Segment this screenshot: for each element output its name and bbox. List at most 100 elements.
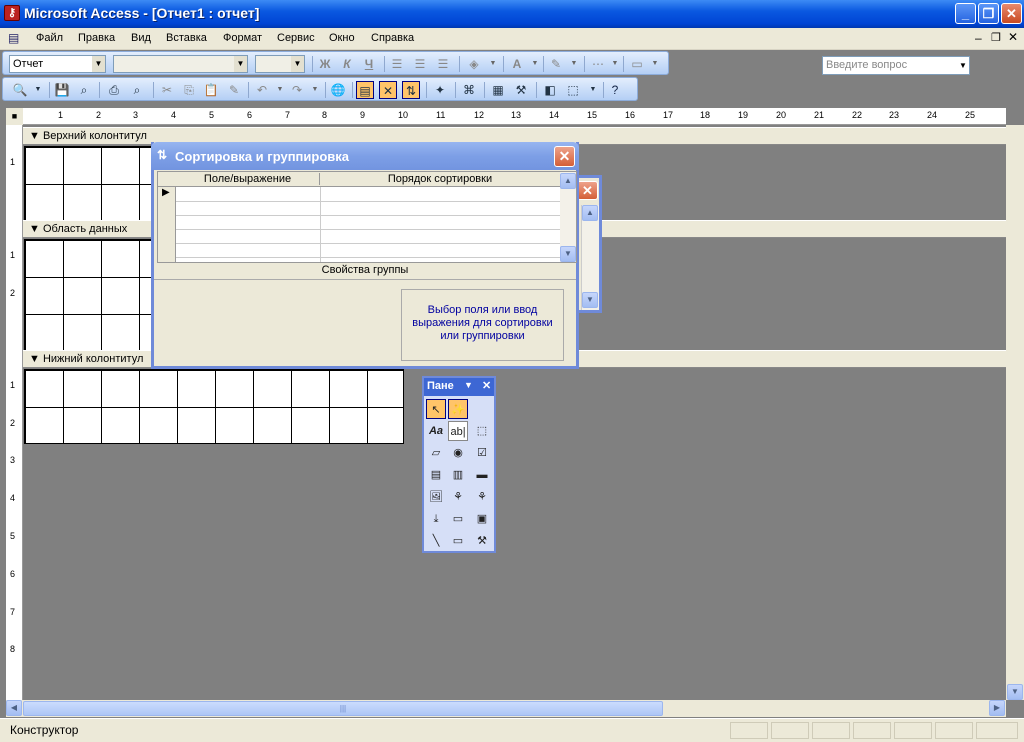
label-tool-icon[interactable]: Aa [426,421,446,441]
font-name-combo[interactable]: ▼ [113,55,248,73]
toolbox-icon[interactable]: ✕ [379,81,397,99]
field-list-icon[interactable]: ▤ [356,81,374,99]
menu-format[interactable]: Формат [223,32,262,44]
listbox-tool-icon[interactable]: ▥ [448,465,468,485]
doc-close-icon[interactable]: ✕ [1008,30,1018,44]
scroll-down-icon[interactable]: ▼ [582,292,598,308]
dialog-close-button[interactable]: ✕ [554,146,575,167]
chevron-down-icon[interactable]: ▼ [271,81,289,99]
new-object-icon[interactable]: ⬚ [564,81,582,99]
field-list-scrollbar[interactable]: ▲ ▼ [581,205,599,310]
doc-minimize-icon[interactable]: – [975,31,982,45]
chevron-down-icon[interactable]: ▼ [234,56,247,72]
view-icon[interactable]: 🔍 [11,81,29,99]
align-right-icon[interactable]: ☰ [434,55,452,73]
menu-view[interactable]: Вид [131,32,151,44]
font-size-combo[interactable]: ▼ [255,55,305,73]
hyperlink-icon[interactable]: 🌐 [329,81,347,99]
chevron-down-icon[interactable]: ▼ [306,81,324,99]
close-button[interactable]: ✕ [1001,3,1022,24]
vertical-scrollbar[interactable]: ▼ [1006,125,1024,700]
chevron-down-icon[interactable]: ▼ [464,380,473,390]
restore-button[interactable]: ❐ [978,3,999,24]
table-scrollbar[interactable]: ▲ ▼ [560,172,576,262]
font-color-button[interactable]: A [508,55,526,73]
toolbox-title-bar[interactable]: Пане ▼ ✕ [424,378,494,396]
sort-group-table[interactable]: Поле/выражение Порядок сортировки ▶ ▲ ▼ [157,171,577,263]
chevron-down-icon[interactable]: ▼ [646,55,664,73]
scroll-down-icon[interactable]: ▼ [560,246,576,262]
undo-icon[interactable]: ↶ [253,81,271,99]
build-icon[interactable]: ⚒ [512,81,530,99]
code-icon[interactable]: ⌘ [460,81,478,99]
help-icon[interactable]: ? [606,81,624,99]
object-combo[interactable]: Отчет ▼ [9,55,106,73]
page-footer-grid[interactable] [24,369,404,444]
menu-help[interactable]: Справка [371,32,414,44]
scroll-up-icon[interactable]: ▲ [582,205,598,221]
col-field-header[interactable]: Поле/выражение [176,173,320,185]
col-order-header[interactable]: Порядок сортировки [320,173,560,185]
control-wizards-icon[interactable]: ✨ [448,399,468,419]
print-icon[interactable]: ⎙ [105,81,123,99]
menu-file[interactable]: Файл [36,32,63,44]
close-icon[interactable]: ✕ [482,379,491,392]
align-center-icon[interactable]: ☰ [411,55,429,73]
scroll-down-icon[interactable]: ▼ [1007,684,1023,700]
redo-icon[interactable]: ↷ [288,81,306,99]
ask-question-input[interactable]: Введите вопрос ▼ [822,56,970,75]
image-tool-icon[interactable]: 🖼 [426,487,446,507]
bound-object-icon[interactable]: ⚘ [472,487,492,507]
align-left-icon[interactable]: ☰ [388,55,406,73]
scroll-thumb[interactable]: ||| [23,701,663,716]
scroll-right-icon[interactable]: ▶ [989,700,1005,716]
menu-window[interactable]: Окно [329,32,355,44]
special-effect-icon[interactable]: ▭ [628,55,646,73]
horizontal-ruler[interactable]: 1 2 3 4 5 6 7 8 9 10 11 12 13 14 15 16 17 18 19 20 21 22 23 24 2… [23,108,1006,125]
line-tool-icon[interactable]: ╲ [426,531,446,551]
access-app-icon[interactable]: ⚷ [4,5,20,21]
toggle-button-icon[interactable]: ▱ [426,443,446,463]
underline-button[interactable]: Ч [360,55,378,73]
chevron-down-icon[interactable]: ▼ [291,56,304,72]
select-report-box[interactable]: ■ [6,108,23,125]
unbound-object-icon[interactable]: ⚘ [448,487,468,507]
subreport-icon[interactable]: ▣ [472,509,492,529]
chevron-down-icon[interactable]: ▼ [92,56,105,72]
minimize-button[interactable]: _ [955,3,976,24]
horizontal-scrollbar[interactable]: ◀ ||| ▶ [6,700,1006,717]
more-controls-icon[interactable]: ⚒ [472,531,492,551]
combobox-tool-icon[interactable]: ▤ [426,465,446,485]
command-button-icon[interactable]: ▬ [472,465,492,485]
scroll-left-icon[interactable]: ◀ [6,700,22,716]
save-icon[interactable]: 💾 [53,81,71,99]
autoformat-icon[interactable]: ✦ [431,81,449,99]
italic-button[interactable]: К [338,55,356,73]
format-painter-icon[interactable]: ✎ [225,81,243,99]
tab-control-icon[interactable]: ▭ [448,509,468,529]
copy-icon[interactable]: ⎘ [180,81,198,99]
line-color-icon[interactable]: ✎ [547,55,565,73]
chevron-down-icon[interactable]: ▼ [957,57,969,74]
cut-icon[interactable]: ✂ [158,81,176,99]
field-list-close-icon[interactable]: ✕ [577,181,598,200]
dialog-title-bar[interactable]: ⇅ Сортировка и группировка ✕ [151,142,579,170]
document-icon[interactable]: ▤ [8,31,19,45]
chevron-down-icon[interactable]: ▼ [29,81,47,99]
option-group-icon[interactable]: ⬚ [472,421,492,441]
sorting-grouping-icon[interactable]: ⇅ [402,81,420,99]
menu-insert[interactable]: Вставка [166,32,207,44]
chevron-down-icon[interactable]: ▼ [584,81,602,99]
search-icon[interactable]: ⌕ [75,81,93,99]
scroll-up-icon[interactable]: ▲ [560,173,576,189]
rectangle-tool-icon[interactable]: ▭ [448,531,468,551]
chevron-down-icon[interactable]: ▼ [484,55,502,73]
chevron-down-icon[interactable]: ▼ [565,55,583,73]
properties-icon[interactable]: ▦ [489,81,507,99]
chevron-down-icon[interactable]: ▼ [606,55,624,73]
option-button-icon[interactable]: ◉ [448,443,468,463]
menu-edit[interactable]: Правка [78,32,115,44]
checkbox-tool-icon[interactable]: ☑ [472,443,492,463]
paste-icon[interactable]: 📋 [202,81,220,99]
doc-restore-icon[interactable]: ❐ [991,31,1001,44]
